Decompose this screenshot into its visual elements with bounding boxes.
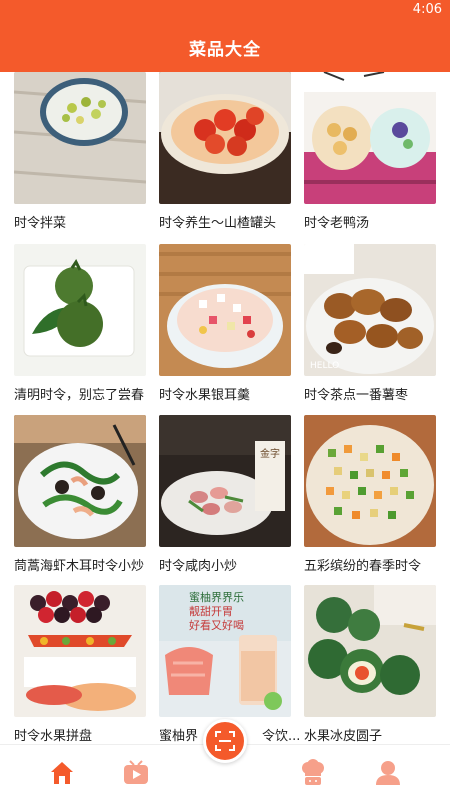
nav-home[interactable] <box>48 759 76 787</box>
dish-title: 五彩缤纷的春季时令 <box>304 559 422 574</box>
dish-card[interactable]: 茼蒿海虾木耳时令小炒 <box>14 415 146 574</box>
dish-card[interactable]: 水果冰皮圆子 <box>304 585 436 744</box>
dish-title: 时令拌菜 <box>14 216 67 231</box>
scan-button[interactable] <box>203 719 247 763</box>
user-icon <box>376 761 400 785</box>
dish-image <box>14 244 146 376</box>
dish-grid: 时令拌菜 时令养生～山楂罐头 时令老鸭汤 清明时令，别忘了尝春 时令水果银耳羹 … <box>0 72 450 744</box>
dish-title: 时令老鸭汤 <box>304 216 370 231</box>
dish-title: 时令水果银耳羹 <box>159 388 251 403</box>
dish-title: 时令咸肉小炒 <box>159 559 238 574</box>
home-icon <box>51 762 73 784</box>
video-icon <box>124 760 148 784</box>
dish-image <box>304 72 436 204</box>
dish-card[interactable]: 清明时令，别忘了尝春 <box>14 244 146 403</box>
dish-image <box>14 415 146 547</box>
status-time: 4:06 <box>412 2 442 17</box>
dish-card[interactable]: 时令拌菜 <box>14 72 146 231</box>
image-text-line3: 好看又好喝 <box>189 618 244 632</box>
status-bar: 4:06 <box>0 0 450 22</box>
dish-image <box>304 585 436 717</box>
dish-title: 时令养生～山楂罐头 <box>159 216 277 231</box>
dish-card[interactable]: HELLO 时令茶点一番薯枣 <box>304 244 436 403</box>
dish-card[interactable]: 蜜柚界界乐 靓甜开胃 好看又好喝 蜜柚界 令饮... <box>159 585 299 744</box>
image-text-line2: 靓甜开胃 <box>189 604 233 618</box>
nav-chef[interactable] <box>299 759 327 787</box>
dish-image <box>304 415 436 547</box>
dish-image <box>14 585 146 717</box>
dish-card[interactable]: 时令水果银耳羹 <box>159 244 291 403</box>
dish-card[interactable]: 时令水果拼盘 <box>14 585 146 744</box>
dish-image <box>159 244 291 376</box>
dish-card[interactable]: 金字 时令咸肉小炒 <box>159 415 291 574</box>
page-title: 菜品大全 <box>189 39 261 60</box>
dish-title: 时令茶点一番薯枣 <box>304 388 409 403</box>
dish-image <box>159 72 291 204</box>
dish-image: HELLO <box>304 244 436 376</box>
image-text-caption: 金字 <box>260 447 280 460</box>
dish-card[interactable]: 时令养生～山楂罐头 <box>159 72 291 231</box>
dish-title: 清明时令，别忘了尝春 <box>14 388 145 403</box>
nav-user[interactable] <box>374 759 402 787</box>
dish-title: 时令水果拼盘 <box>14 729 93 744</box>
dish-image: 蜜柚界界乐 靓甜开胃 好看又好喝 <box>159 585 291 717</box>
image-text-hello: HELLO <box>310 361 339 371</box>
dish-title: 水果冰皮圆子 <box>304 729 383 744</box>
app-header: 菜品大全 <box>0 22 450 72</box>
chef-icon <box>302 759 324 785</box>
image-text-line1: 蜜柚界界乐 <box>189 590 244 604</box>
nav-video[interactable] <box>122 759 150 787</box>
dish-image <box>14 72 146 204</box>
dish-title: 茼蒿海虾木耳时令小炒 <box>14 559 145 574</box>
dish-card[interactable]: 时令老鸭汤 <box>304 72 436 231</box>
dish-card[interactable]: 五彩缤纷的春季时令 <box>304 415 436 574</box>
scan-icon <box>215 731 235 751</box>
dish-image: 金字 <box>159 415 291 547</box>
